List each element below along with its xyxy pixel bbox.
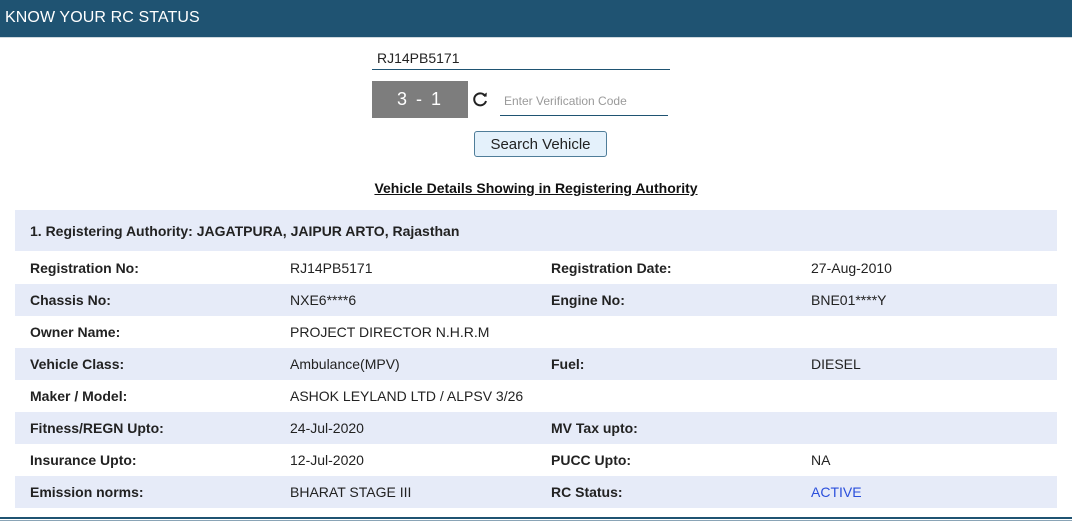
rc-status-value: ACTIVE — [811, 484, 862, 500]
detail-value: 24-Jul-2020 — [290, 420, 364, 436]
registering-authority-row: 1. Registering Authority: JAGATPURA, JAI… — [15, 210, 1057, 251]
results-heading: Vehicle Details Showing in Registering A… — [374, 180, 698, 196]
detail-row: Vehicle Class: Ambulance(MPV) Fuel: DIES… — [15, 348, 1057, 380]
detail-value: Ambulance(MPV) — [290, 356, 400, 372]
search-vehicle-button[interactable]: Search Vehicle — [474, 131, 607, 157]
detail-value: ASHOK LEYLAND LTD / ALPSV 3/26 — [290, 388, 524, 404]
detail-label: Fitness/REGN Upto: — [30, 420, 164, 436]
detail-value: BHARAT STAGE III — [290, 484, 412, 500]
refresh-icon[interactable] — [470, 89, 490, 109]
detail-label: Insurance Upto: — [30, 452, 137, 468]
detail-row: Fitness/REGN Upto: 24-Jul-2020 MV Tax up… — [15, 412, 1057, 444]
detail-label: Maker / Model: — [30, 388, 128, 404]
captcha-text: 3 - 1 — [396, 89, 444, 109]
vehicle-details-table: Registration No: RJ14PB5171 Registration… — [15, 252, 1057, 508]
detail-row: Emission norms: BHARAT STAGE III RC Stat… — [15, 476, 1057, 508]
detail-label: MV Tax upto: — [551, 420, 638, 436]
detail-value: NXE6****6 — [290, 292, 357, 308]
detail-value: DIESEL — [811, 356, 861, 372]
detail-row: Chassis No: NXE6****6 Engine No: BNE01**… — [15, 284, 1057, 316]
captcha-image: 3 - 1 — [372, 81, 468, 118]
registration-number-input[interactable] — [372, 47, 670, 70]
detail-label: Chassis No: — [30, 292, 111, 308]
detail-label: RC Status: — [551, 484, 623, 500]
detail-value: NA — [811, 452, 831, 468]
registering-authority-text: 1. Registering Authority: JAGATPURA, JAI… — [30, 223, 460, 239]
footer-divider — [0, 517, 1072, 519]
detail-value: PROJECT DIRECTOR N.H.R.M — [290, 324, 490, 340]
page-title: KNOW YOUR RC STATUS — [5, 9, 200, 26]
detail-label: Fuel: — [551, 356, 585, 372]
detail-value: RJ14PB5171 — [290, 260, 373, 276]
detail-label: Emission norms: — [30, 484, 144, 500]
detail-value: 12-Jul-2020 — [290, 452, 364, 468]
detail-row: Registration No: RJ14PB5171 Registration… — [15, 252, 1057, 284]
detail-label: Registration No: — [30, 260, 139, 276]
detail-label: Engine No: — [551, 292, 625, 308]
detail-label: PUCC Upto: — [551, 452, 632, 468]
detail-label: Vehicle Class: — [30, 356, 125, 372]
footer-divider-secondary — [0, 520, 1072, 521]
detail-row: Insurance Upto: 12-Jul-2020 PUCC Upto: N… — [15, 444, 1057, 476]
page-header: KNOW YOUR RC STATUS — [0, 0, 1072, 38]
verification-code-input[interactable] — [500, 86, 668, 116]
detail-row: Maker / Model: ASHOK LEYLAND LTD / ALPSV… — [15, 380, 1057, 412]
detail-value: 27-Aug-2010 — [811, 260, 892, 276]
detail-label: Registration Date: — [551, 260, 672, 276]
detail-label: Owner Name: — [30, 324, 121, 340]
detail-row: Owner Name: PROJECT DIRECTOR N.H.R.M — [15, 316, 1057, 348]
detail-value: BNE01****Y — [811, 292, 887, 308]
